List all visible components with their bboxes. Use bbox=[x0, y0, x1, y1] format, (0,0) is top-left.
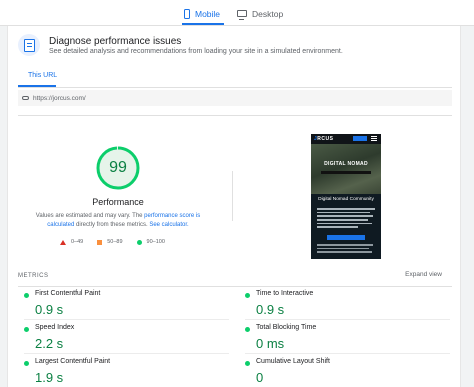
diagnose-subtitle: See detailed analysis and recommendation… bbox=[49, 48, 343, 55]
pagespeed-report: Mobile Desktop Diagnose performance issu… bbox=[0, 0, 474, 387]
legend-good: 90–100 bbox=[136, 239, 165, 245]
url-bar: https://jorcus.com/ bbox=[18, 90, 452, 106]
legend-average: 50–89 bbox=[97, 239, 123, 245]
link-icon bbox=[22, 96, 29, 100]
active-tab-indicator bbox=[182, 23, 224, 25]
screenshot-text bbox=[317, 244, 375, 255]
tab-this-url[interactable]: This URL bbox=[28, 72, 57, 79]
metric-value: 2.2 s bbox=[35, 336, 64, 351]
row-divider bbox=[24, 353, 229, 354]
legend-poor: 0–49 bbox=[60, 239, 83, 245]
metric-label: Cumulative Layout Shift bbox=[256, 358, 330, 365]
triangle-icon bbox=[60, 239, 66, 245]
video-bar bbox=[321, 171, 371, 174]
divider bbox=[18, 115, 452, 116]
divider bbox=[18, 87, 452, 88]
metric-value: 0.9 s bbox=[35, 302, 64, 317]
tab-desktop[interactable]: Desktop bbox=[237, 5, 283, 22]
row-divider bbox=[24, 319, 229, 320]
metric-label: Total Blocking Time bbox=[256, 324, 317, 331]
diagnose-icon bbox=[18, 34, 40, 56]
score-note: Values are estimated and may vary. The p… bbox=[26, 212, 210, 230]
score-legend: 0–49 50–89 90–100 bbox=[60, 239, 165, 245]
legend-good-label: 90–100 bbox=[146, 239, 165, 245]
tested-url[interactable]: https://jorcus.com/ bbox=[33, 95, 86, 102]
metric-label: Speed Index bbox=[35, 324, 75, 331]
pass-icon bbox=[245, 293, 250, 298]
see-calculator-link[interactable]: See calculator. bbox=[149, 222, 188, 228]
row-divider bbox=[245, 319, 450, 320]
circle-icon bbox=[136, 239, 142, 245]
logo-rest: RCUS bbox=[317, 136, 334, 142]
legend-average-label: 50–89 bbox=[107, 239, 123, 245]
pass-icon bbox=[245, 361, 250, 366]
tab-mobile-label: Mobile bbox=[195, 8, 221, 19]
metric-value: 0 bbox=[256, 370, 264, 385]
report-card: Diagnose performance issues See detailed… bbox=[7, 26, 461, 387]
desktop-icon bbox=[237, 10, 247, 20]
divider bbox=[18, 286, 452, 287]
nav-button bbox=[353, 136, 367, 141]
device-tabs: Mobile Desktop bbox=[0, 0, 474, 26]
tab-mobile[interactable]: Mobile bbox=[184, 5, 220, 22]
note-text: directly from these metrics. bbox=[74, 222, 150, 228]
expand-view-button[interactable]: Expand view bbox=[405, 271, 442, 278]
phone-icon bbox=[184, 8, 190, 19]
tab-desktop-label: Desktop bbox=[252, 8, 284, 19]
row-divider bbox=[245, 353, 450, 354]
performance-score: 99 bbox=[109, 159, 127, 176]
diagnose-title: Diagnose performance issues bbox=[49, 36, 182, 47]
pass-icon bbox=[245, 327, 250, 332]
square-icon bbox=[97, 239, 103, 245]
pass-icon bbox=[24, 293, 29, 298]
hero-title: DIGITAL NOMAD bbox=[324, 161, 368, 167]
metric-value: 0.9 s bbox=[256, 302, 285, 317]
site-logo: JRCUS bbox=[314, 136, 333, 142]
metric-value: 1.9 s bbox=[35, 370, 64, 385]
performance-label: Performance bbox=[92, 197, 144, 207]
metrics-title: METRICS bbox=[18, 273, 49, 279]
legend-poor-label: 0–49 bbox=[71, 239, 84, 245]
metric-label: Largest Contentful Paint bbox=[35, 358, 111, 365]
vertical-divider bbox=[232, 171, 233, 221]
note-text: Values are estimated and may vary. The bbox=[35, 213, 145, 219]
metric-label: Time to Interactive bbox=[256, 290, 314, 297]
metric-label: First Contentful Paint bbox=[35, 290, 101, 297]
metric-value: 0 ms bbox=[256, 336, 285, 351]
hamburger-icon bbox=[371, 136, 377, 141]
screenshot-text bbox=[317, 208, 375, 230]
screenshot-nav: JRCUS bbox=[311, 134, 381, 144]
screenshot-heading: Digital Nomad Community bbox=[318, 197, 374, 202]
page-screenshot: JRCUS DIGITAL NOMAD Digital Nomad Commun… bbox=[311, 134, 381, 259]
pass-icon bbox=[24, 361, 29, 366]
hero-image: DIGITAL NOMAD bbox=[311, 144, 381, 194]
pass-icon bbox=[24, 327, 29, 332]
screenshot-cta bbox=[327, 235, 365, 240]
